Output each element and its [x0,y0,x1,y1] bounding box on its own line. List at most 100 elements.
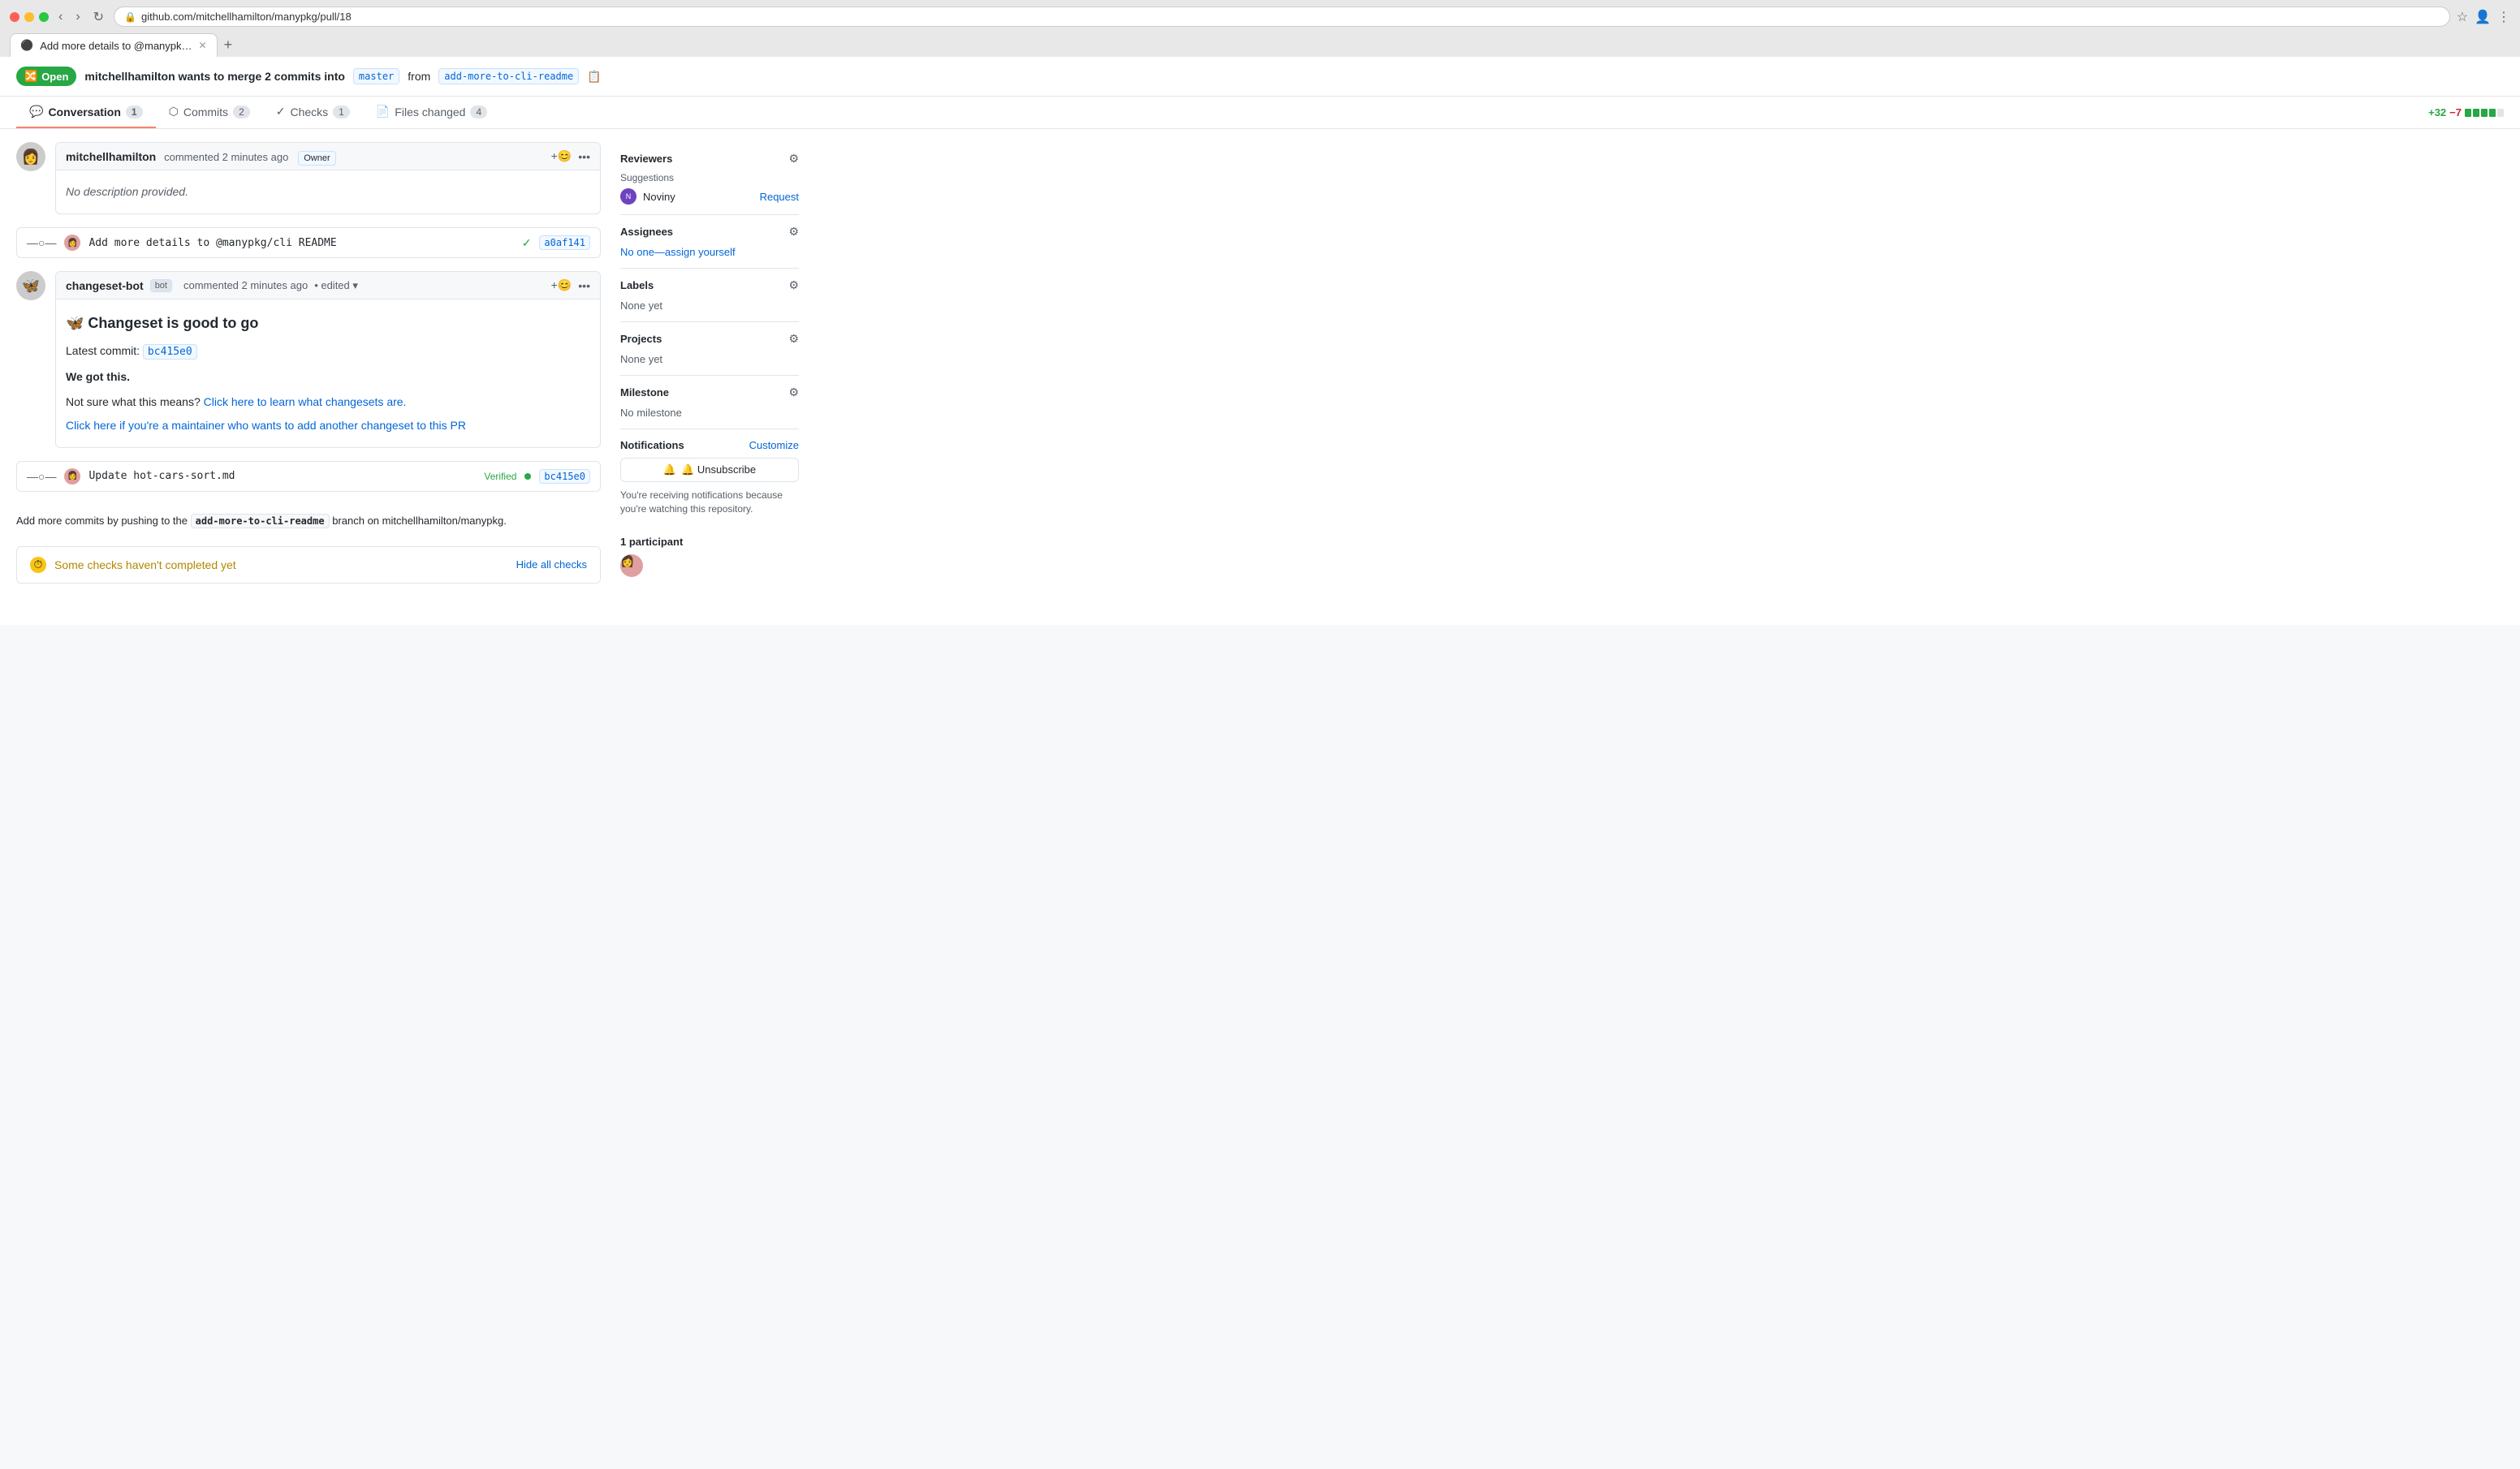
diff-bar-2 [2473,109,2479,117]
reviewer-name[interactable]: Noviny [643,191,753,203]
head-branch[interactable]: add-more-to-cli-readme [438,68,579,84]
unsubscribe-button[interactable]: 🔔 🔔 Unsubscribe [620,458,799,482]
first-comment-time: commented 2 minutes ago [164,151,288,163]
reviewers-gear-button[interactable]: ⚙ [788,152,799,166]
url-text: github.com/mitchellhamilton/manypkg/pull… [141,11,352,23]
bot-comment-menu-button[interactable]: ••• [578,279,590,292]
add-reaction-button[interactable]: +😊 [551,149,572,163]
address-bar[interactable]: 🔒 github.com/mitchellhamilton/manypkg/pu… [114,6,2450,27]
bot-comment-author[interactable]: changeset-bot [66,279,144,292]
request-review-link[interactable]: Request [760,191,799,203]
page-content: 🔀 Open mitchellhamilton wants to merge 2… [0,57,2520,625]
customize-notifications-link[interactable]: Customize [749,439,799,451]
close-dot[interactable] [10,12,19,22]
reload-button[interactable]: ↻ [90,7,107,27]
bot-add-reaction-button[interactable]: +😊 [551,278,572,292]
first-comment-actions: +😊 ••• [551,149,590,163]
first-comment-box: mitchellhamilton commented 2 minutes ago… [55,142,601,214]
diff-stats: +32 −7 [2428,106,2504,118]
verified-dot [524,473,531,480]
files-icon: 📄 [376,105,390,118]
tab-commits-label: Commits [183,106,228,118]
diff-bar-chart [2465,109,2504,117]
tab-files-count: 4 [470,106,487,118]
participant-avatar: 👩 [620,554,643,577]
first-commit-hash[interactable]: a0af141 [539,235,590,250]
maximize-dot[interactable] [39,12,49,22]
sidebar: Reviewers ⚙ Suggestions N Noviny Request… [620,142,799,587]
maintainer-changeset-link[interactable]: Click here if you're a maintainer who wa… [66,417,590,434]
sidebar-reviewers-section: Reviewers ⚙ Suggestions N Noviny Request [620,142,799,215]
hide-checks-button[interactable]: Hide all checks [516,558,587,571]
tab-conversation-label: Conversation [48,106,120,118]
reviewers-header: Reviewers ⚙ [620,152,799,166]
pr-status-badge: 🔀 Open [16,67,76,86]
author-avatar: 👩 [16,142,45,171]
assignees-gear-button[interactable]: ⚙ [788,225,799,239]
comment-menu-button[interactable]: ••• [578,150,590,163]
we-got-this-text: We got this. [66,368,590,386]
copy-icon[interactable]: 📋 [587,70,601,84]
projects-gear-button[interactable]: ⚙ [788,332,799,346]
base-branch[interactable]: master [353,68,399,84]
browser-tabs: ⚫ Add more details to @manypk… ✕ + [10,33,2510,57]
labels-value: None yet [620,299,662,312]
tab-close-button[interactable]: ✕ [199,40,207,51]
back-button[interactable]: ‹ [55,8,66,26]
not-sure-text: Not sure what this means? Click here to … [66,394,590,411]
tab-checks[interactable]: ✓ Checks 1 [263,97,363,128]
reviewer-row: N Noviny Request [620,188,799,205]
menu-icon[interactable]: ⋮ [2497,9,2510,25]
reviewers-title: Reviewers [620,153,672,165]
browser-dots [10,12,49,22]
milestone-value: No milestone [620,407,682,419]
bell-icon: 🔔 [663,463,676,476]
assignees-value[interactable]: No one—assign yourself [620,246,736,258]
learn-changesets-link[interactable]: Click here to learn what changesets are. [204,395,407,408]
second-commit-row: —○— 👩 Update hot-cars-sort.md Verified b… [16,461,601,492]
sidebar-projects-section: Projects ⚙ None yet [620,322,799,376]
pr-merge-info: mitchellhamilton wants to merge 2 commit… [84,70,345,83]
labels-gear-button[interactable]: ⚙ [788,278,799,292]
diff-bar-5 [2497,109,2504,117]
tab-files-changed[interactable]: 📄 Files changed 4 [363,97,500,128]
forward-button[interactable]: › [72,8,83,26]
minimize-dot[interactable] [24,12,34,22]
diff-deletions: −7 [2449,106,2462,118]
first-commit-message: Add more details to @manypkg/cli README [88,237,513,249]
bookmark-icon[interactable]: ☆ [2457,9,2468,25]
tab-commits[interactable]: ⬡ Commits 2 [156,97,263,128]
tab-files-label: Files changed [395,106,465,118]
bot-comment-box: changeset-bot bot commented 2 minutes ag… [55,271,601,448]
branch-name-code: add-more-to-cli-readme [191,514,330,528]
projects-value: None yet [620,353,662,365]
browser-action-icons: ☆ 👤 ⋮ [2457,9,2510,25]
first-comment-header: mitchellhamilton commented 2 minutes ago… [56,143,600,170]
bot-comment-edited[interactable]: • edited ▾ [314,279,358,292]
github-icon: ⚫ [20,39,33,52]
bot-comment-body: 🦋 Changeset is good to go Latest commit:… [56,299,600,447]
branch-info-text: Add more commits by pushing to the [16,515,188,527]
commit-graph-icon: —○— [27,236,56,249]
profile-icon[interactable]: 👤 [2475,9,2491,25]
latest-commit-line: Latest commit: bc415e0 [66,342,590,360]
first-comment-block: 👩 mitchellhamilton commented 2 minutes a… [16,142,601,214]
tab-checks-count: 1 [333,106,350,118]
first-comment-author[interactable]: mitchellhamilton [66,150,156,163]
latest-commit-hash-link[interactable]: bc415e0 [143,344,197,360]
second-commit-message: Update hot-cars-sort.md [88,470,476,482]
milestone-gear-button[interactable]: ⚙ [788,386,799,399]
pr-meta-bar: 🔀 Open mitchellhamilton wants to merge 2… [0,57,2520,97]
from-text: from [408,70,430,83]
lock-icon: 🔒 [124,11,136,23]
new-tab-button[interactable]: + [221,33,236,57]
bot-badge: bot [150,279,172,292]
second-commit-hash[interactable]: bc415e0 [539,469,590,484]
second-commit-author-avatar: 👩 [64,468,80,485]
labels-title: Labels [620,279,654,291]
unsubscribe-label: 🔔 Unsubscribe [681,463,756,476]
reviewer-avatar: N [620,188,636,205]
first-comment-text: No description provided. [66,185,188,198]
tab-conversation[interactable]: 💬 Conversation 1 [16,97,156,128]
active-tab[interactable]: ⚫ Add more details to @manypk… ✕ [10,33,218,57]
